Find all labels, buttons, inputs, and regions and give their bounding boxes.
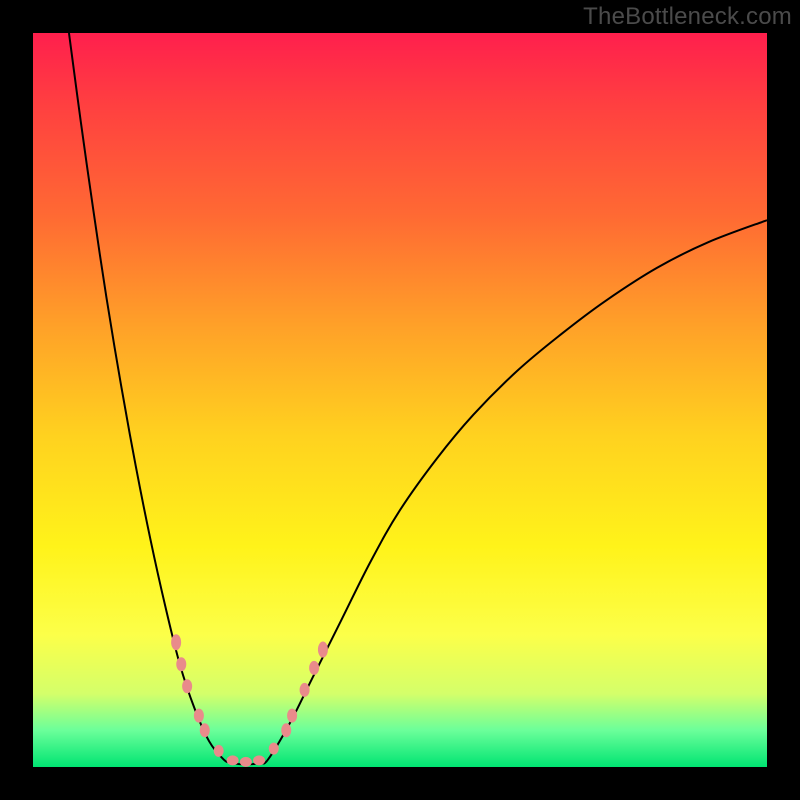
- chart-frame: TheBottleneck.com: [0, 0, 800, 800]
- marker-dot: [318, 642, 328, 658]
- marker-dots: [171, 634, 328, 767]
- marker-dot: [171, 634, 181, 650]
- marker-dot: [281, 723, 291, 737]
- bottleneck-curve: [69, 33, 767, 764]
- marker-dot: [300, 683, 310, 697]
- marker-dot: [240, 757, 252, 767]
- chart-svg: [33, 33, 767, 767]
- marker-dot: [176, 657, 186, 671]
- marker-dot: [182, 679, 192, 693]
- marker-dot: [309, 661, 319, 675]
- marker-dot: [287, 709, 297, 723]
- marker-dot: [269, 743, 279, 755]
- marker-dot: [214, 745, 224, 757]
- curve-group: [69, 33, 767, 764]
- marker-dot: [200, 723, 210, 737]
- marker-dot: [253, 755, 265, 765]
- watermark-text: TheBottleneck.com: [583, 3, 792, 31]
- plot-area: [33, 33, 767, 767]
- marker-dot: [194, 709, 204, 723]
- marker-dot: [227, 755, 239, 765]
